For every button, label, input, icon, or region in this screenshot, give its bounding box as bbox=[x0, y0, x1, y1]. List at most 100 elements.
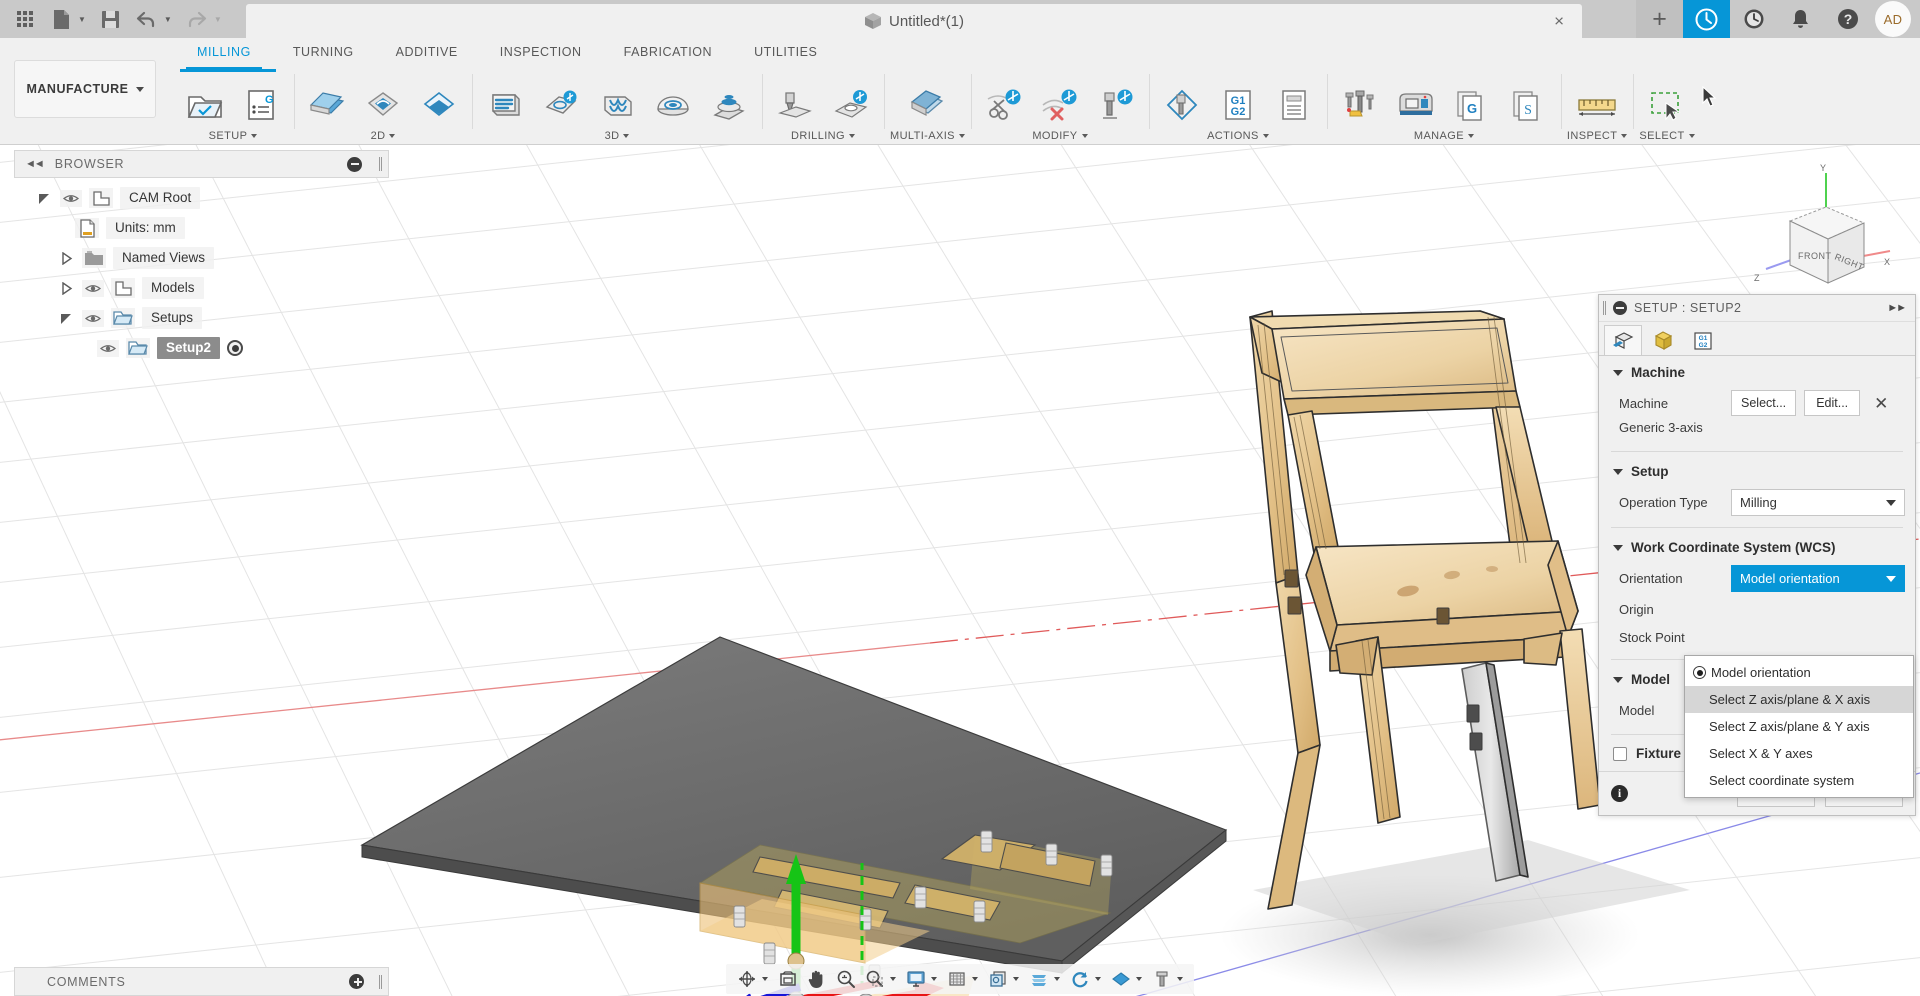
ribbon-group-label-drilling[interactable]: DRILLING bbox=[791, 130, 855, 145]
visibility-eye-icon[interactable] bbox=[82, 279, 104, 297]
twisty-open-icon[interactable] bbox=[58, 310, 75, 327]
orbit-caret[interactable] bbox=[762, 977, 768, 981]
grid-snaps-icon[interactable] bbox=[942, 966, 971, 993]
expand-right-icon[interactable]: ►► bbox=[1887, 302, 1909, 314]
tab-fabrication[interactable]: FABRICATION bbox=[603, 38, 733, 68]
visual-style-caret[interactable] bbox=[1054, 977, 1060, 981]
tree-item-named-views[interactable]: Named Views bbox=[14, 243, 389, 273]
visibility-eye-icon[interactable] bbox=[60, 189, 82, 207]
operation-type-select[interactable]: Milling bbox=[1731, 489, 1905, 516]
pan-hand-icon[interactable] bbox=[802, 966, 831, 993]
new-tab-button[interactable]: + bbox=[1636, 0, 1683, 38]
swarf-icon[interactable] bbox=[900, 80, 954, 130]
dialog-drag-grip[interactable] bbox=[1603, 301, 1606, 315]
tool-library-icon[interactable] bbox=[1089, 80, 1143, 130]
tab-additive[interactable]: ADDITIVE bbox=[375, 38, 479, 68]
bore-icon[interactable] bbox=[824, 80, 878, 130]
zoom-window-caret[interactable] bbox=[890, 977, 896, 981]
new-folder-g-icon[interactable]: G bbox=[234, 80, 288, 130]
panel-resize-grip[interactable] bbox=[379, 157, 382, 171]
section-setup[interactable]: Setup bbox=[1599, 455, 1915, 486]
template-library-icon[interactable]: S bbox=[1501, 80, 1555, 130]
tree-item-setups[interactable]: Setups bbox=[14, 303, 389, 333]
fixture-checkbox[interactable] bbox=[1613, 746, 1627, 761]
setup-dialog-header[interactable]: SETUP : SETUP2 ►► bbox=[1599, 295, 1915, 322]
tree-item-units[interactable]: Units: mm bbox=[14, 213, 389, 243]
parallel-icon[interactable] bbox=[590, 80, 644, 130]
display-settings-caret[interactable] bbox=[931, 977, 937, 981]
redo-caret[interactable]: ▼ bbox=[214, 15, 228, 24]
viewports-icon[interactable] bbox=[983, 966, 1012, 993]
visual-style-icon[interactable] bbox=[1024, 966, 1053, 993]
machine-clear-x-icon[interactable]: ✕ bbox=[1874, 395, 1888, 412]
bell-icon[interactable] bbox=[1777, 0, 1824, 38]
zoom-window-icon[interactable] bbox=[860, 966, 889, 993]
display-settings-icon[interactable] bbox=[901, 966, 930, 993]
zoom-icon[interactable] bbox=[831, 966, 860, 993]
tab-inspection[interactable]: INSPECTION bbox=[479, 38, 603, 68]
visibility-eye-icon[interactable] bbox=[97, 339, 119, 357]
section-wcs[interactable]: Work Coordinate System (WCS) bbox=[1599, 531, 1915, 562]
simulate-icon[interactable] bbox=[1155, 80, 1209, 130]
2d-pocket-icon[interactable] bbox=[412, 80, 466, 130]
machine-edit-button[interactable]: Edit... bbox=[1804, 390, 1861, 416]
tree-item-models[interactable]: Models bbox=[14, 273, 389, 303]
redo-icon[interactable] bbox=[180, 2, 214, 36]
add-comment-icon[interactable] bbox=[349, 974, 364, 989]
machine-select-button[interactable]: Select... bbox=[1731, 390, 1797, 416]
ribbon-group-label-manage[interactable]: MANAGE bbox=[1414, 130, 1474, 145]
new-setup-icon[interactable] bbox=[178, 80, 232, 130]
new-document-icon[interactable] bbox=[44, 2, 78, 36]
refresh-caret[interactable] bbox=[1095, 977, 1101, 981]
component-filter-icon[interactable] bbox=[1147, 966, 1176, 993]
avatar[interactable]: AD bbox=[1875, 1, 1911, 37]
dropdown-option-model-orientation[interactable]: Model orientation bbox=[1685, 659, 1913, 686]
measure-icon[interactable] bbox=[1570, 80, 1624, 130]
ribbon-group-label-multi-axis[interactable]: MULTI-AXIS bbox=[890, 130, 965, 145]
select-window-icon[interactable] bbox=[1640, 80, 1694, 130]
drill-icon[interactable] bbox=[768, 80, 822, 130]
document-tab[interactable]: Untitled*(1) × bbox=[246, 4, 1582, 38]
undo-caret[interactable]: ▼ bbox=[164, 15, 178, 24]
help-icon[interactable]: ? bbox=[1824, 0, 1871, 38]
pocket-clearing-icon[interactable] bbox=[534, 80, 588, 130]
view-cube[interactable]: Y X Z FRONT RIGHT bbox=[1748, 159, 1898, 299]
job-status-icon[interactable] bbox=[1683, 0, 1730, 38]
stock-tab[interactable] bbox=[1644, 325, 1682, 355]
save-icon[interactable] bbox=[94, 2, 128, 36]
ribbon-group-label-2d[interactable]: 2D bbox=[371, 130, 396, 145]
viewports-caret[interactable] bbox=[1013, 977, 1019, 981]
grid-snaps-caret[interactable] bbox=[972, 977, 978, 981]
close-tab-button[interactable]: × bbox=[1554, 13, 1564, 30]
spiral-icon[interactable] bbox=[702, 80, 756, 130]
twisty-closed-icon[interactable] bbox=[58, 250, 75, 267]
post-library-icon[interactable]: G bbox=[1445, 80, 1499, 130]
object-visibility-icon[interactable] bbox=[1106, 966, 1135, 993]
face-icon[interactable] bbox=[300, 80, 354, 130]
section-machine[interactable]: Machine bbox=[1599, 356, 1915, 387]
ribbon-group-label-modify[interactable]: MODIFY bbox=[1032, 130, 1088, 145]
undo-icon[interactable] bbox=[130, 2, 164, 36]
2d-adaptive-icon[interactable] bbox=[356, 80, 410, 130]
minimize-icon[interactable] bbox=[1613, 301, 1627, 315]
ribbon-group-label-inspect[interactable]: INSPECT bbox=[1567, 130, 1628, 145]
delete-toolpath-icon[interactable] bbox=[1033, 80, 1087, 130]
post-process-icon[interactable]: G1 G2 bbox=[1211, 80, 1265, 130]
3d-adaptive-icon[interactable] bbox=[478, 80, 532, 130]
grid-apps-icon[interactable] bbox=[8, 2, 42, 36]
twisty-closed-icon[interactable] bbox=[58, 280, 75, 297]
new-document-caret[interactable]: ▼ bbox=[78, 15, 92, 24]
trim-toolpath-icon[interactable] bbox=[977, 80, 1031, 130]
dropdown-option-z-plane-y-axis[interactable]: Select Z axis/plane & Y axis bbox=[1685, 713, 1913, 740]
orientation-select[interactable]: Model orientation bbox=[1731, 565, 1905, 592]
workspace-switcher[interactable]: MANUFACTURE bbox=[14, 60, 156, 118]
ribbon-group-label-setup[interactable]: SETUP bbox=[209, 130, 258, 145]
post-process-tab[interactable]: G1 G2 bbox=[1684, 325, 1722, 355]
scallop-icon[interactable] bbox=[646, 80, 700, 130]
setup-tab[interactable] bbox=[1604, 325, 1642, 355]
visibility-eye-icon[interactable] bbox=[82, 309, 104, 327]
refresh-icon[interactable] bbox=[1065, 966, 1094, 993]
setup-sheet-icon[interactable] bbox=[1267, 80, 1321, 130]
dropdown-option-z-plane-x-axis[interactable]: Select Z axis/plane & X axis bbox=[1685, 686, 1913, 713]
tool-library-manage-icon[interactable] bbox=[1333, 80, 1387, 130]
